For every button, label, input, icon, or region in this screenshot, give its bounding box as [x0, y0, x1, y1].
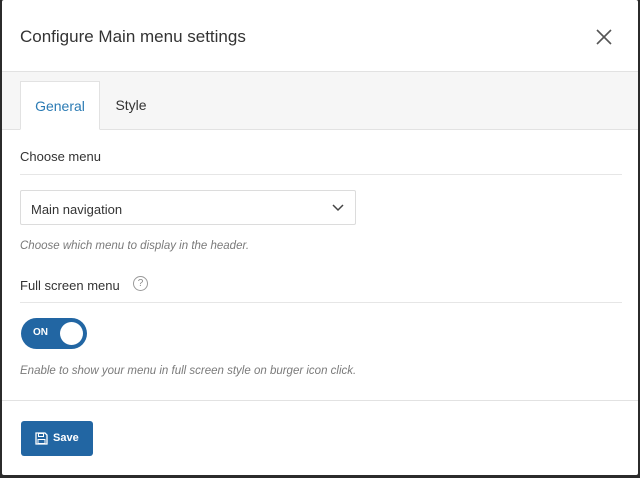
chevron-down-icon [332, 204, 344, 212]
save-button[interactable]: Save [21, 421, 93, 456]
help-icon[interactable]: ? [133, 276, 148, 291]
save-label: Save [53, 432, 79, 444]
settings-dialog: Configure Main menu settings General Sty… [2, 0, 638, 475]
full-screen-menu-label: Full screen menu [20, 278, 120, 293]
toggle-knob [60, 322, 83, 345]
full-screen-toggle[interactable]: ON [21, 318, 87, 349]
tabs-bar: General Style [2, 72, 638, 130]
dialog-header: Configure Main menu settings [2, 0, 638, 72]
tab-general[interactable]: General [20, 81, 100, 130]
floppy-disk-icon [35, 432, 48, 445]
footer-divider [2, 400, 638, 401]
dialog-title: Configure Main menu settings [20, 27, 246, 46]
tab-style[interactable]: Style [102, 81, 160, 129]
menu-select-value: Main navigation [31, 202, 123, 217]
close-button[interactable] [592, 25, 616, 49]
full-screen-menu-help: Enable to show your menu in full screen … [20, 365, 357, 377]
menu-select[interactable]: Main navigation [20, 190, 356, 225]
divider [20, 302, 622, 303]
divider [20, 174, 622, 175]
choose-menu-label: Choose menu [20, 149, 101, 164]
toggle-state-label: ON [33, 327, 48, 338]
close-icon [596, 29, 612, 45]
choose-menu-help: Choose which menu to display in the head… [20, 240, 250, 252]
